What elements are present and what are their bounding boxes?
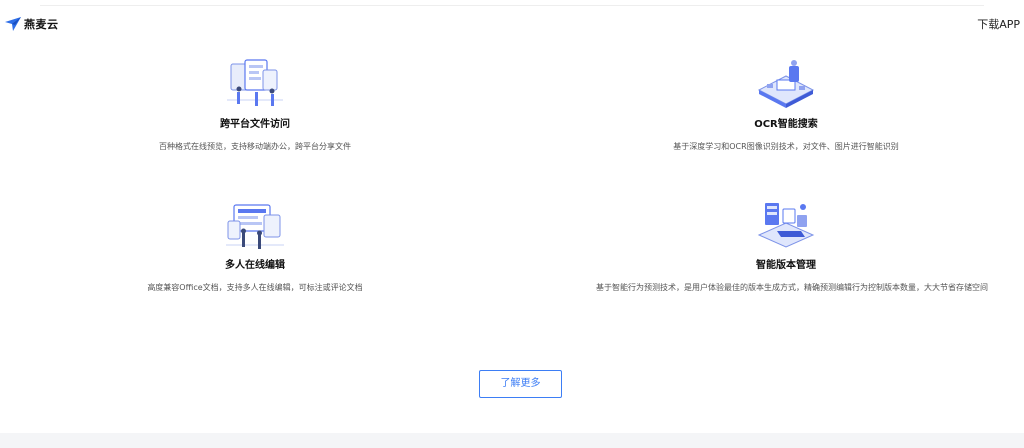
download-app-link[interactable]: 下载APP xyxy=(977,16,1020,32)
feature-title: 跨平台文件访问 xyxy=(220,119,290,130)
feature-version-management: 智能版本管理 基于智能行为预测技术，是用户体验最佳的版本生成方式，精确预测编辑行… xyxy=(596,195,988,294)
footer-band xyxy=(0,433,1024,448)
collaborative-editing-illustration xyxy=(226,204,284,249)
brand-name: 燕麦云 xyxy=(24,18,59,31)
feature-ocr-search: OCR智能搜索 基于深度学习和OCR图像识别技术，对文件、图片进行智能识别 xyxy=(596,56,976,153)
cross-platform-illustration xyxy=(227,59,283,106)
learn-more-button[interactable]: 了解更多 xyxy=(479,370,562,398)
header: 燕麦云 下载APP xyxy=(0,0,1024,40)
version-management-illustration xyxy=(757,203,815,248)
feature-cross-platform: 跨平台文件访问 百种格式在线预览，支持移动端办公，跨平台分享文件 xyxy=(65,56,445,153)
feature-desc: 高度兼容Office文档，支持多人在线编辑，可标注或评论文档 xyxy=(147,283,363,292)
feature-desc: 基于智能行为预测技术，是用户体验最佳的版本生成方式，精确预测编辑行为控制版本数量… xyxy=(596,283,988,292)
brand-logo[interactable]: 燕麦云 xyxy=(4,14,59,34)
feature-desc: 百种格式在线预览，支持移动端办公，跨平台分享文件 xyxy=(159,142,351,151)
feature-collaborative-editing: 多人在线编辑 高度兼容Office文档，支持多人在线编辑，可标注或评论文档 xyxy=(65,195,445,294)
feature-title: OCR智能搜索 xyxy=(754,119,818,130)
feature-desc: 基于深度学习和OCR图像识别技术，对文件、图片进行智能识别 xyxy=(673,142,899,151)
feature-title: 智能版本管理 xyxy=(756,260,816,271)
feature-title: 多人在线编辑 xyxy=(225,260,285,271)
swallow-logo-icon xyxy=(5,17,21,31)
ocr-search-illustration xyxy=(757,60,815,108)
